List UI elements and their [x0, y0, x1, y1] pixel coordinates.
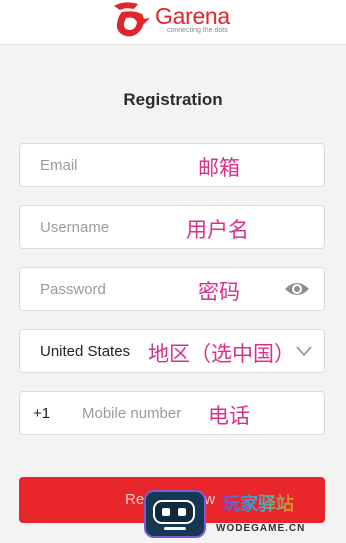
- mobile-field[interactable]: +1 Mobile number 电话: [19, 391, 325, 435]
- country-value: United States: [40, 343, 131, 360]
- mobile-placeholder: Mobile number: [82, 405, 182, 422]
- brand-tagline: connecting the dots: [167, 27, 228, 34]
- mobile-annotation: 电话: [208, 404, 250, 428]
- watermark-cn-label: 玩家驿站: [222, 494, 294, 514]
- garena-logo-icon: [114, 2, 150, 37]
- app-header: Garena connecting the dots: [0, 0, 346, 45]
- brand-name: Garena: [155, 3, 230, 29]
- username-field[interactable]: Username 用户名: [19, 205, 325, 249]
- chevron-down-icon: [296, 346, 312, 357]
- email-annotation: 邮箱: [198, 156, 240, 180]
- email-placeholder: Email: [40, 157, 78, 174]
- username-annotation: 用户名: [186, 218, 249, 242]
- email-field[interactable]: Email 邮箱: [19, 143, 325, 187]
- page-title: Registration: [123, 90, 223, 109]
- country-annotation: 地区（选中国）: [148, 342, 295, 366]
- watermark-text-en: WODEGAME.CN: [216, 523, 306, 534]
- country-select[interactable]: United States 地区（选中国）: [19, 329, 325, 373]
- country-code: +1: [33, 405, 51, 422]
- password-placeholder: Password: [40, 281, 106, 298]
- show-password-icon[interactable]: [284, 280, 310, 298]
- username-placeholder: Username: [40, 219, 110, 236]
- watermark-logo-icon: [144, 490, 206, 538]
- password-annotation: 密码: [198, 280, 240, 304]
- password-field[interactable]: Password 密码: [19, 267, 325, 311]
- watermark-text-cn: 玩家驿站: [222, 490, 294, 516]
